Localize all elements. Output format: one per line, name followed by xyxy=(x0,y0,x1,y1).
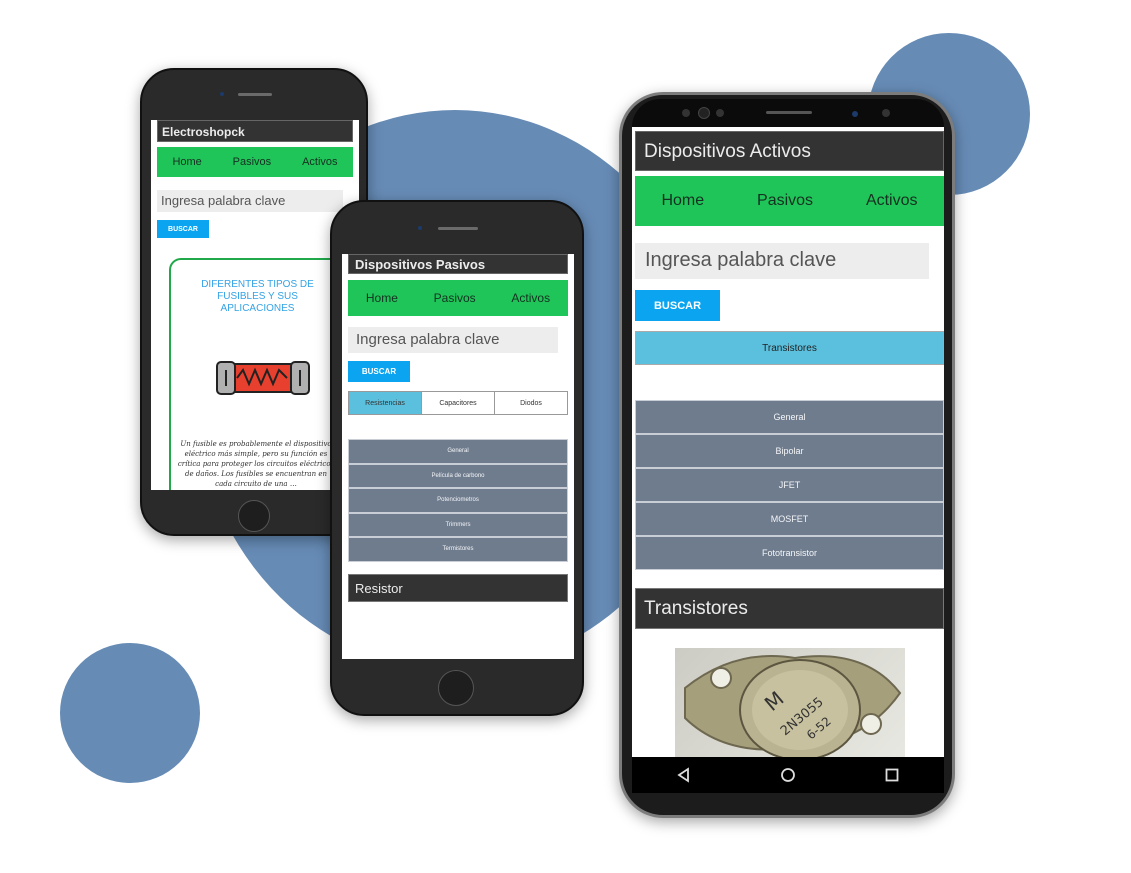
nav-bar: Home Pasivos Activos xyxy=(348,280,568,316)
home-icon[interactable] xyxy=(780,767,796,783)
front-camera-icon xyxy=(698,107,710,119)
menu-item-general[interactable]: General xyxy=(635,400,944,434)
menu-item-pelicula-carbono[interactable]: Película de carbono xyxy=(348,463,568,488)
home-button[interactable] xyxy=(438,670,474,706)
subcategory-menu: General Película de carbono Potenciometr… xyxy=(348,439,568,562)
nav-home[interactable]: Home xyxy=(661,192,704,210)
speaker-grille xyxy=(438,227,478,230)
menu-item-fototransistor[interactable]: Fototransistor xyxy=(635,536,944,570)
phone-left-screen: Electroshopck Home Pasivos Activos Ingre… xyxy=(151,120,359,490)
phone-right-screen: Dispositivos Activos Home Pasivos Activo… xyxy=(632,127,944,757)
section-title: Resistor xyxy=(348,574,568,602)
recents-icon[interactable] xyxy=(884,767,900,783)
phone-mockup-middle: Dispositivos Pasivos Home Pasivos Activo… xyxy=(330,200,584,716)
nav-activos[interactable]: Activos xyxy=(511,291,550,305)
front-camera-icon xyxy=(852,111,858,117)
tab-diodos[interactable]: Diodos xyxy=(495,392,567,414)
status-bar xyxy=(632,99,944,127)
app-title: Dispositivos Activos xyxy=(635,131,944,171)
speaker-grille xyxy=(238,93,272,96)
nav-home[interactable]: Home xyxy=(172,156,201,168)
nav-pasivos[interactable]: Pasivos xyxy=(434,291,476,305)
phone-middle-screen: Dispositivos Pasivos Home Pasivos Activo… xyxy=(342,254,574,659)
menu-item-bipolar[interactable]: Bipolar xyxy=(635,434,944,468)
nav-bar: Home Pasivos Activos xyxy=(635,176,944,226)
menu-item-trimmers[interactable]: Trimmers xyxy=(348,512,568,537)
menu-item-potenciometros[interactable]: Potenciometros xyxy=(348,488,568,513)
menu-item-jfet[interactable]: JFET xyxy=(635,468,944,502)
decorative-circle-left xyxy=(60,643,200,783)
home-button[interactable] xyxy=(238,500,270,532)
subcategory-menu: General Bipolar JFET MOSFET Fototransist… xyxy=(635,400,944,570)
sensor-icon xyxy=(716,109,724,117)
transistor-photo: M 2N3055 6-52 xyxy=(675,648,905,757)
phone-mockup-right: Dispositivos Activos Home Pasivos Activo… xyxy=(619,92,955,818)
buscar-button[interactable]: BUSCAR xyxy=(157,220,209,238)
android-nav-bar xyxy=(632,757,944,793)
fuse-icon xyxy=(216,361,310,395)
front-camera-icon xyxy=(418,226,422,230)
nav-bar: Home Pasivos Activos xyxy=(157,147,353,177)
speaker-grille xyxy=(766,111,812,114)
buscar-button[interactable]: BUSCAR xyxy=(348,361,410,382)
sensor-icon xyxy=(882,109,890,117)
category-transistores[interactable]: Transistores xyxy=(635,331,944,365)
buscar-button[interactable]: BUSCAR xyxy=(635,290,720,321)
app-title: Dispositivos Pasivos xyxy=(348,254,568,274)
card-title: DIFERENTES TIPOS DE FUSIBLES Y SUS APLIC… xyxy=(201,279,314,314)
menu-item-general[interactable]: General xyxy=(348,439,568,464)
search-input[interactable]: Ingresa palabra clave xyxy=(157,190,343,212)
card-excerpt: Un fusible es probablemente el dispositi… xyxy=(177,440,335,488)
transistor-image: M 2N3055 6-52 xyxy=(684,655,902,757)
category-tabs: Resistencias Capacitores Diodos xyxy=(348,391,568,415)
back-icon[interactable] xyxy=(676,767,692,783)
section-title: Transistores xyxy=(635,588,944,629)
nav-activos[interactable]: Activos xyxy=(302,156,337,168)
tab-capacitores[interactable]: Capacitores xyxy=(422,392,495,414)
tab-resistencias[interactable]: Resistencias xyxy=(349,392,422,414)
nav-home[interactable]: Home xyxy=(366,291,398,305)
sensor-icon xyxy=(682,109,690,117)
search-input[interactable]: Ingresa palabra clave xyxy=(635,243,929,279)
search-input[interactable]: Ingresa palabra clave xyxy=(348,327,558,353)
nav-activos[interactable]: Activos xyxy=(866,192,918,210)
nav-pasivos[interactable]: Pasivos xyxy=(233,156,272,168)
menu-item-termistores[interactable]: Termistores xyxy=(348,537,568,562)
menu-item-mosfet[interactable]: MOSFET xyxy=(635,502,944,536)
nav-pasivos[interactable]: Pasivos xyxy=(757,192,813,210)
app-title: Electroshopck xyxy=(157,120,353,142)
front-camera-icon xyxy=(220,92,224,96)
